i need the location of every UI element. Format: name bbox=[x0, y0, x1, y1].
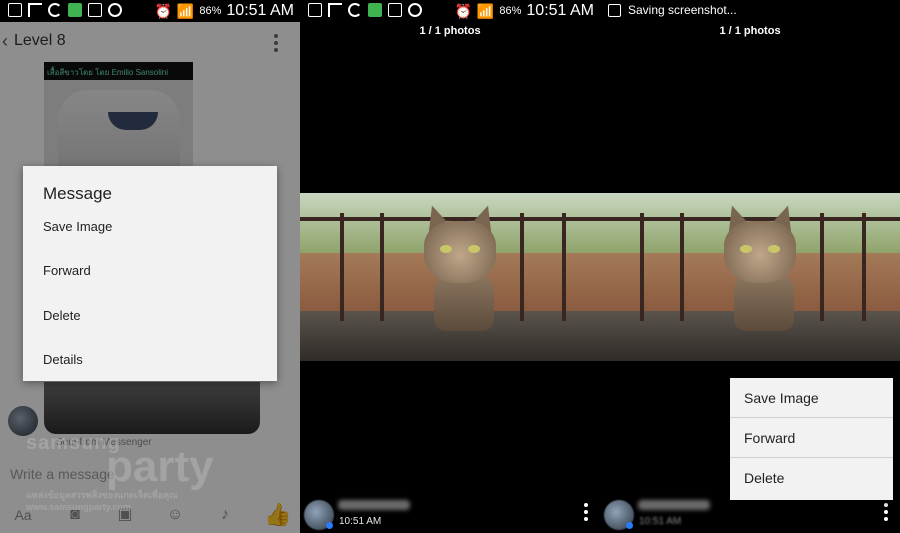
status-bar: ⏰ 📶 86% 10:51 AM bbox=[300, 0, 600, 22]
cat-head bbox=[724, 221, 796, 283]
fence-rail bbox=[862, 213, 866, 321]
notification-icon bbox=[408, 3, 422, 17]
overflow-menu-icon[interactable] bbox=[884, 503, 888, 524]
status-bar: Saving screenshot... bbox=[600, 0, 900, 22]
cat-head bbox=[424, 221, 496, 283]
photo-timestamp: 10:51 AM bbox=[339, 516, 382, 527]
cat-eye bbox=[440, 245, 452, 253]
status-right: ⏰ 📶 86% 10:51 AM bbox=[454, 2, 594, 20]
photo-options-menu: Save Image Forward Delete bbox=[730, 378, 893, 500]
dialog-forward[interactable]: Forward bbox=[43, 263, 91, 278]
fence-rail bbox=[820, 213, 824, 321]
clock: 10:51 AM bbox=[226, 2, 294, 19]
alarm-icon: ⏰ bbox=[454, 2, 472, 19]
saving-screenshot-text: Saving screenshot... bbox=[628, 3, 737, 17]
notification-icon bbox=[8, 3, 22, 17]
photo-counter: 1 / 1 photos bbox=[719, 25, 781, 37]
cat-eye bbox=[740, 245, 752, 253]
messenger-conversation-panel: ‹ Level 8 เสื้อสีขาวโดย โดย Emilio Sanso… bbox=[0, 0, 300, 533]
wifi-icon: 📶 bbox=[176, 2, 195, 19]
clock: 10:51 AM bbox=[526, 2, 594, 19]
battery-level: 86% bbox=[199, 5, 222, 17]
notification-icons bbox=[8, 3, 122, 17]
cat-eye bbox=[768, 245, 780, 253]
dialog-save-image[interactable]: Save Image bbox=[43, 219, 112, 234]
notification-icon bbox=[368, 3, 382, 17]
cat-photo[interactable] bbox=[600, 193, 900, 361]
fence-rail bbox=[562, 213, 566, 321]
notification-icon bbox=[108, 3, 122, 17]
status-bar: ⏰ 📶 86% 10:51 AM bbox=[0, 0, 300, 22]
watermark-line2: party bbox=[106, 442, 214, 491]
overflow-menu-icon[interactable] bbox=[584, 503, 588, 524]
gallery-icon bbox=[388, 3, 402, 17]
dialog-title: Message bbox=[43, 184, 112, 203]
dialog-details[interactable]: Details bbox=[43, 352, 83, 367]
gallery-icon bbox=[88, 3, 102, 17]
cat-eye bbox=[468, 245, 480, 253]
status-right: ⏰ 📶 86% 10:51 AM bbox=[154, 2, 294, 20]
cat-photo[interactable] bbox=[300, 193, 600, 361]
notification-icon bbox=[68, 3, 82, 17]
battery-level: 86% bbox=[499, 5, 522, 17]
messenger-badge-icon bbox=[326, 522, 333, 529]
alarm-icon: ⏰ bbox=[154, 2, 172, 19]
photo-viewer-panel: ⏰ 📶 86% 10:51 AM 1 / 1 photos 10:51 AM bbox=[300, 0, 600, 533]
menu-delete[interactable]: Delete bbox=[730, 458, 893, 498]
screenshot-icon bbox=[608, 4, 621, 17]
cat bbox=[416, 201, 506, 333]
cat bbox=[716, 201, 806, 333]
notification-icons bbox=[308, 3, 422, 17]
fence-rail bbox=[340, 213, 344, 321]
messenger-badge-icon bbox=[626, 522, 633, 529]
fence-rail bbox=[520, 213, 524, 321]
wifi-icon: 📶 bbox=[476, 2, 495, 19]
photo-counter: 1 / 1 photos bbox=[419, 25, 481, 37]
watermark-line3: แหล่งข้อมูลสรรพสิ่งของแกดเจ็ตเพื่อคุณ bbox=[26, 490, 178, 500]
dialog-delete[interactable]: Delete bbox=[43, 308, 81, 323]
message-options-dialog: Message Save Image Forward Delete Detail… bbox=[23, 166, 277, 381]
notification-icon bbox=[308, 3, 322, 17]
notification-icon bbox=[328, 3, 342, 17]
fence-rail bbox=[380, 213, 384, 321]
fence-rail bbox=[680, 213, 684, 321]
sender-name-blurred bbox=[638, 500, 710, 510]
sender-name-blurred bbox=[338, 500, 410, 510]
photo-timestamp: 10:51 AM bbox=[639, 516, 682, 527]
menu-save-image[interactable]: Save Image bbox=[730, 378, 893, 418]
watermark-line4: www.samsungparty.com bbox=[26, 502, 132, 512]
moon-icon bbox=[348, 3, 362, 17]
fence-rail bbox=[640, 213, 644, 321]
notification-icon bbox=[28, 3, 42, 17]
viewer-footer: 10:51 AM bbox=[300, 494, 600, 533]
moon-icon bbox=[48, 3, 62, 17]
photo-viewer-menu-panel: Saving screenshot... 1 / 1 photos 10:51 … bbox=[600, 0, 900, 533]
menu-forward[interactable]: Forward bbox=[730, 418, 893, 458]
